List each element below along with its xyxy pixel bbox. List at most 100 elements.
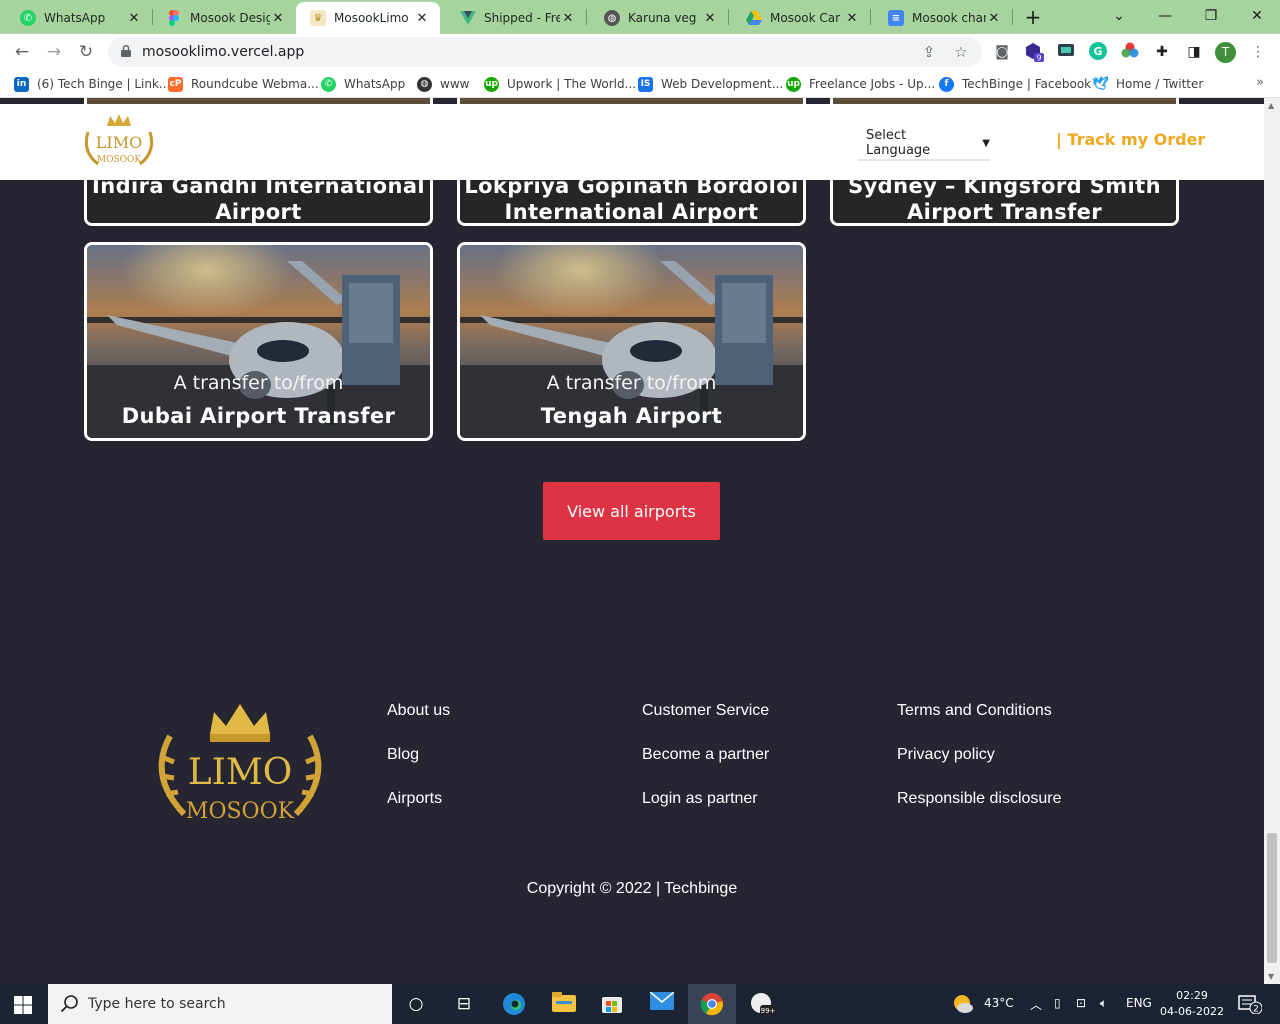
color-picker-icon[interactable] xyxy=(1120,42,1140,62)
footer-link-login-partner[interactable]: Login as partner xyxy=(642,790,758,808)
temperature-text[interactable]: 43°C xyxy=(984,996,1014,1010)
tab-title: Karuna veg xyxy=(628,11,697,25)
page-scrollbar[interactable]: ▲ ▼ xyxy=(1264,98,1280,984)
footer-link-customer-service[interactable]: Customer Service xyxy=(642,702,769,720)
lock-icon xyxy=(121,45,131,57)
forward-button[interactable]: → xyxy=(42,40,66,64)
mail-icon[interactable] xyxy=(649,991,675,1016)
scrollbar-thumb[interactable] xyxy=(1267,833,1277,963)
footer-link-blog[interactable]: Blog xyxy=(387,746,419,764)
tab-mosooklimo[interactable]: ♛ MosookLimo | ✕ xyxy=(296,2,440,34)
close-icon[interactable]: ✕ xyxy=(986,11,1002,26)
tab-karuna-veg[interactable]: ◍ Karuna veg ✕ xyxy=(584,2,728,34)
notification-icon[interactable]: 2 xyxy=(1238,994,1263,1017)
cortana-icon[interactable]: ○ xyxy=(404,992,428,1016)
chrome-profile-icon[interactable]: 99+ xyxy=(750,992,776,1016)
footer-link-about[interactable]: About us xyxy=(387,702,450,720)
bookmarks-bar: in (6) Tech Binge | Link... cP Roundcube… xyxy=(0,70,1280,98)
bookmark-star-icon[interactable]: ☆ xyxy=(952,43,970,61)
file-explorer-icon[interactable] xyxy=(552,992,576,1016)
bookmark-twitter[interactable]: 🕊 Home / Twitter xyxy=(1092,75,1203,93)
share-icon[interactable]: ⇪ xyxy=(920,43,938,61)
reload-button[interactable]: ↻ xyxy=(74,40,98,64)
address-bar[interactable]: mosooklimo.vercel.app ⇪ ☆ xyxy=(108,37,982,67)
edge-icon[interactable] xyxy=(502,992,526,1016)
footer-link-become-partner[interactable]: Become a partner xyxy=(642,746,769,764)
close-icon[interactable]: ✕ xyxy=(844,11,860,26)
close-icon[interactable]: ✕ xyxy=(414,11,430,26)
tab-title: Shipped - Free xyxy=(484,11,560,25)
bookmark-web-development[interactable]: IS Web Development... xyxy=(638,75,783,93)
view-all-airports-button[interactable]: View all airports xyxy=(543,482,720,540)
airport-card-tengah[interactable]: A transfer to/from Tengah Airport xyxy=(457,242,806,441)
bookmark-facebook[interactable]: f TechBinge | Facebook xyxy=(939,75,1091,93)
task-view-icon[interactable]: ⊟ xyxy=(452,992,476,1016)
windows-taskbar: Type here to search ○ ⊟ 99+ 43°C ︿ ▯ ⊡ 🔈… xyxy=(0,984,1280,1024)
close-window-button[interactable]: ✕ xyxy=(1234,0,1280,34)
tab-title: MosookLimo | xyxy=(334,11,414,25)
new-tab-button[interactable]: + xyxy=(1020,4,1046,30)
chevron-up-icon[interactable]: ︿ xyxy=(1030,996,1042,1013)
tab-mosook-car[interactable]: Mosook Car Im ✕ xyxy=(726,2,870,34)
browser-tab-bar: ✆ WhatsApp ✕ Mosook Design ✕ ♛ MosookLim… xyxy=(0,0,1280,34)
card-subtitle: A transfer to/from xyxy=(546,372,717,394)
footer-link-airports[interactable]: Airports xyxy=(387,790,442,808)
language-select-label: Select Language xyxy=(866,128,931,158)
microsoft-store-icon[interactable] xyxy=(600,992,624,1016)
minimize-button[interactable]: — xyxy=(1142,0,1188,34)
track-order-link[interactable]: | Track my Order xyxy=(1056,130,1205,149)
card-title: Tengah Airport xyxy=(540,404,723,428)
back-button[interactable]: ← xyxy=(10,40,34,64)
crown-icon xyxy=(210,704,270,734)
windows-start-icon[interactable] xyxy=(14,996,32,1014)
language-select[interactable]: Select Language ▼ xyxy=(858,127,990,161)
tab-whatsapp[interactable]: ✆ WhatsApp ✕ xyxy=(0,2,152,34)
bookmark-www[interactable]: ◍ www xyxy=(417,75,469,93)
screenshot-camera-icon[interactable]: ◙ xyxy=(992,42,1012,62)
extension-film-icon[interactable] xyxy=(1056,42,1076,62)
bookmark-whatsapp[interactable]: ✆ WhatsApp xyxy=(321,75,405,93)
tab-mosook-design[interactable]: Mosook Design ✕ xyxy=(146,2,296,34)
whatsapp-icon: ✆ xyxy=(321,76,336,92)
footer-link-privacy[interactable]: Privacy policy xyxy=(897,746,995,764)
tab-search-chevron-icon[interactable]: ⌄ xyxy=(1096,0,1142,34)
bookmark-upwork[interactable]: up Upwork | The World... xyxy=(484,75,636,93)
profile-avatar[interactable]: T xyxy=(1215,42,1236,63)
network-icon[interactable]: ⊡ xyxy=(1076,996,1086,1010)
chrome-icon[interactable] xyxy=(700,992,724,1016)
bookmark-label: Upwork | The World... xyxy=(507,77,637,91)
restore-button[interactable]: ❐ xyxy=(1188,0,1234,34)
weather-icon[interactable] xyxy=(952,994,974,1017)
extension-hexagon-icon[interactable]: 9 xyxy=(1024,42,1044,63)
bookmark-freelance-jobs[interactable]: up Freelance Jobs - Up... xyxy=(786,75,935,93)
kebab-menu-icon[interactable]: ⋮ xyxy=(1248,42,1268,62)
scroll-up-arrow-icon[interactable]: ▲ xyxy=(1268,101,1274,110)
close-icon[interactable]: ✕ xyxy=(126,11,142,26)
taskbar-clock[interactable]: 02:29 04-06-2022 xyxy=(1160,988,1224,1020)
browser-toolbar: ← → ↻ mosooklimo.vercel.app ⇪ ☆ ◙ 9 G ✚ … xyxy=(0,34,1280,70)
tab-shipped[interactable]: Shipped - Free ✕ xyxy=(440,2,586,34)
footer-logo[interactable]: LIMO MOSOOK xyxy=(150,696,330,828)
bookmark-linkedin[interactable]: in (6) Tech Binge | Link... xyxy=(14,75,170,93)
svg-text:MOSOOK: MOSOOK xyxy=(186,799,295,824)
close-icon[interactable]: ✕ xyxy=(702,11,718,26)
scroll-down-arrow-icon[interactable]: ▼ xyxy=(1268,972,1274,981)
device-icon[interactable]: ▯ xyxy=(1054,996,1061,1010)
bookmark-roundcube[interactable]: cP Roundcube Webma... xyxy=(168,75,319,93)
footer-link-responsible-disclosure[interactable]: Responsible disclosure xyxy=(897,790,1062,808)
tab-mosook-change[interactable]: ≡ Mosook chang ✕ xyxy=(868,2,1012,34)
bookmark-label: www xyxy=(440,77,470,91)
input-language[interactable]: ENG xyxy=(1126,996,1152,1010)
close-icon[interactable]: ✕ xyxy=(270,11,286,26)
chevron-right-icon[interactable]: » xyxy=(1256,75,1264,90)
taskbar-search-box[interactable]: Type here to search xyxy=(48,984,392,1024)
twitter-icon: 🕊 xyxy=(1092,76,1109,92)
grammarly-icon[interactable]: G xyxy=(1088,42,1108,62)
side-panel-icon[interactable]: ◨ xyxy=(1184,42,1204,62)
airport-card-dubai[interactable]: A transfer to/from Dubai Airport Transfe… xyxy=(84,242,433,441)
extensions-puzzle-icon[interactable]: ✚ xyxy=(1152,42,1172,62)
site-logo[interactable]: LIMO MOSOOK xyxy=(80,114,158,170)
close-icon[interactable]: ✕ xyxy=(560,11,576,26)
volume-icon[interactable]: 🔈︎ xyxy=(1100,996,1107,1011)
footer-link-terms[interactable]: Terms and Conditions xyxy=(897,702,1052,720)
